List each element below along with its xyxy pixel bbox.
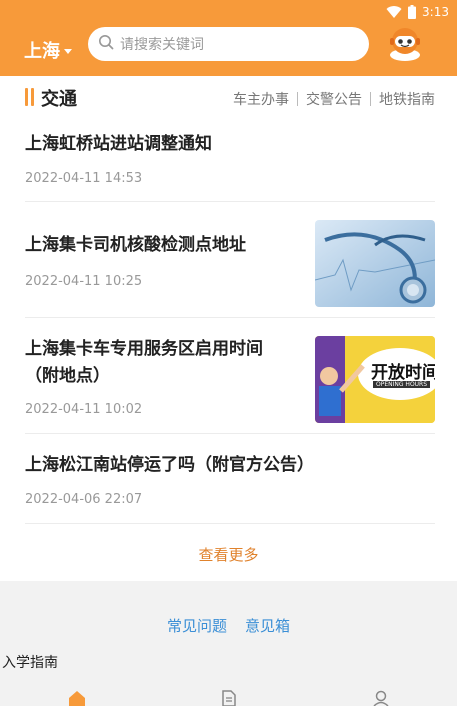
view-more-button[interactable]: 查看更多 xyxy=(0,544,457,565)
section-marker-icon xyxy=(25,88,37,106)
footer-links: 常见问题 意见箱 xyxy=(0,615,457,636)
image-text-big: 开放时间 xyxy=(371,363,435,383)
mascot-avatar-icon[interactable] xyxy=(386,24,424,62)
news-date: 2022-04-06 22:07 xyxy=(25,492,143,507)
home-icon[interactable] xyxy=(68,690,86,706)
news-title-line2: （附地点） xyxy=(25,366,110,386)
section-header: 交通 车主办事 交警公告 地铁指南 xyxy=(0,76,457,120)
search-icon xyxy=(98,34,114,54)
chevron-down-icon xyxy=(64,48,72,54)
image-text-small: OPENING HOURS xyxy=(373,381,431,388)
wifi-icon xyxy=(386,5,402,19)
user-icon[interactable] xyxy=(373,690,389,706)
news-item[interactable]: 上海集卡车专用服务区启用时间 （附地点） 2022-04-11 10:02 开放… xyxy=(25,318,435,434)
news-title: 上海松江南站停运了吗（附官方公告） xyxy=(25,455,314,475)
news-title: 上海集卡车专用服务区启用时间 （附地点） xyxy=(25,336,263,390)
search-placeholder: 请搜索关键词 xyxy=(120,37,204,53)
news-item[interactable]: 上海虹桥站进站调整通知 2022-04-11 14:53 xyxy=(25,126,435,202)
opening-hours-image: 开放时间 OPENING HOURS xyxy=(315,336,435,423)
stethoscope-image xyxy=(315,220,435,307)
news-title: 上海虹桥站进站调整通知 xyxy=(25,134,212,154)
enrollment-guide-label[interactable]: 入学指南 xyxy=(2,652,58,672)
link-police-notice[interactable]: 交警公告 xyxy=(306,89,362,109)
news-item[interactable]: 上海松江南站停运了吗（附官方公告） 2022-04-06 22:07 xyxy=(25,434,435,524)
news-date: 2022-04-11 14:53 xyxy=(25,171,143,186)
app-header: 上海 请搜索关键词 xyxy=(0,24,457,76)
link-owner-affairs[interactable]: 车主办事 xyxy=(233,89,289,109)
news-date: 2022-04-11 10:02 xyxy=(25,402,143,417)
news-date: 2022-04-11 10:25 xyxy=(25,274,143,289)
battery-icon xyxy=(408,5,417,19)
search-input[interactable]: 请搜索关键词 xyxy=(88,27,369,61)
bottom-tabbar xyxy=(0,688,457,706)
section-links: 车主办事 交警公告 地铁指南 xyxy=(233,89,435,109)
link-metro-guide[interactable]: 地铁指南 xyxy=(379,89,435,109)
news-card: 交通 车主办事 交警公告 地铁指南 上海虹桥站进站调整通知 2022-04-11… xyxy=(0,76,457,581)
news-item[interactable]: 上海集卡司机核酸检测点地址 2022-04-11 10:25 xyxy=(25,202,435,318)
news-title-line1: 上海集卡车专用服务区启用时间 xyxy=(25,339,263,359)
news-title: 上海集卡司机核酸检测点地址 xyxy=(25,235,246,255)
divider xyxy=(370,92,371,106)
document-icon[interactable] xyxy=(221,690,237,706)
divider xyxy=(297,92,298,106)
city-label: 上海 xyxy=(24,41,60,62)
status-time: 3:13 xyxy=(422,5,449,19)
section-title: 交通 xyxy=(41,89,77,110)
status-bar: 3:13 xyxy=(0,0,457,24)
feedback-link[interactable]: 意见箱 xyxy=(245,615,290,636)
city-selector[interactable]: 上海 xyxy=(24,37,72,63)
faq-link[interactable]: 常见问题 xyxy=(167,615,227,636)
